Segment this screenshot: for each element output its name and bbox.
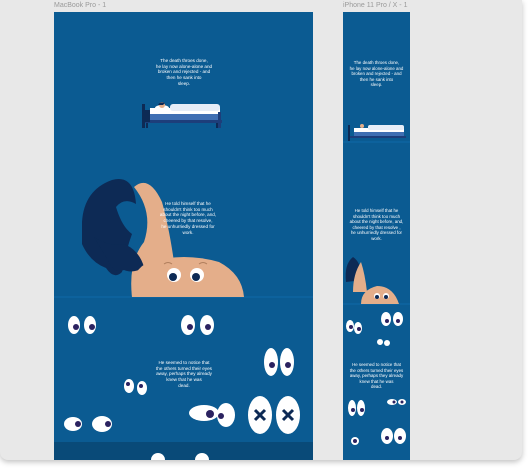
frame-label-macbook[interactable]: MacBook Pro - 1 xyxy=(54,2,106,9)
macbook-frame[interactable]: The death throes done, he lay now alone-… xyxy=(54,12,313,460)
eyes-bottom-left xyxy=(351,437,359,445)
caption-sleep: The death throes done, he lay now alone-… xyxy=(155,58,213,86)
eyes-bottom-mid xyxy=(189,403,235,427)
eyes-top-left xyxy=(68,316,96,334)
bed-illustration xyxy=(348,124,406,141)
iphone-frame[interactable]: The death throes done, he lay now alone-… xyxy=(343,12,410,460)
eyes-top-right xyxy=(181,315,214,335)
caption-dead: He seemed to notice that the others turn… xyxy=(156,360,212,388)
eyes-top-left xyxy=(346,320,362,334)
eyes-small xyxy=(377,339,390,346)
bottom-band xyxy=(54,442,313,460)
eyes-bottom-right xyxy=(381,428,406,444)
bed-illustration xyxy=(142,102,222,128)
peeking-head xyxy=(345,257,399,304)
frame-label-iphone[interactable]: iPhone 11 Pro / X - 1 xyxy=(343,2,407,9)
caption-dead: He seemed to notice that the others turn… xyxy=(349,362,404,389)
eyes-dead-x xyxy=(248,396,300,434)
eyes-top-right xyxy=(381,312,403,326)
eyes-right-tall xyxy=(264,348,294,376)
eyes-right-small xyxy=(387,399,406,405)
eyes-mid-left xyxy=(348,400,365,416)
eyes-bottom-left xyxy=(64,416,112,432)
design-canvas[interactable]: MacBook Pro - 1 The death throes done, h… xyxy=(0,0,522,460)
caption-dressed: He told himself that he shouldn't think … xyxy=(349,208,404,241)
peeking-head xyxy=(82,179,244,297)
caption-sleep: The death throes done, he lay now alone-… xyxy=(349,60,404,87)
caption-dressed: He told himself that he shouldn't think … xyxy=(159,201,217,235)
